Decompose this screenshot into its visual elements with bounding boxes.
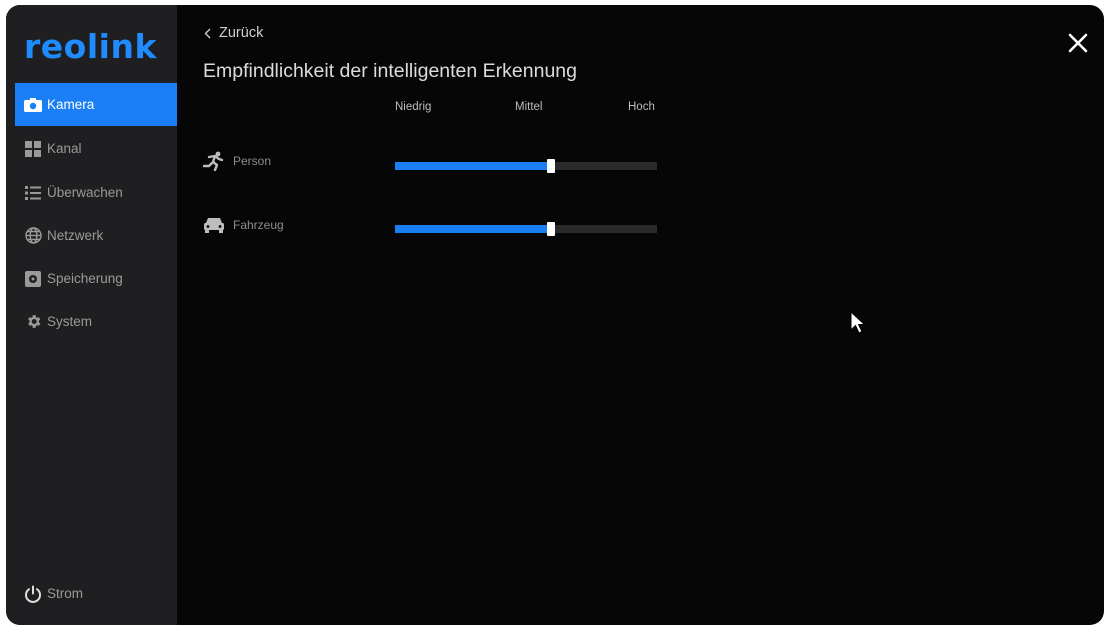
vehicle-label: Fahrzeug [233, 218, 284, 232]
chevron-left-icon [204, 28, 211, 38]
sidebar-item-kanal[interactable]: Kanal [15, 127, 177, 170]
slider-fill [395, 162, 551, 170]
sidebar-item-label: Netzwerk [47, 228, 104, 243]
person-label: Person [233, 154, 272, 168]
app-window: reolink Kamera Kanal Überwachen Netzwerk [6, 5, 1104, 625]
sidebar-item-label: Kanal [47, 141, 82, 156]
car-icon [203, 215, 227, 235]
sidebar-item-speicherung[interactable]: Speicherung [15, 257, 177, 300]
grid-icon [23, 139, 43, 159]
sidebar-item-label: Überwachen [47, 185, 123, 200]
back-button[interactable]: Zurück [204, 25, 263, 41]
sidebar: reolink Kamera Kanal Überwachen Netzwerk [6, 5, 177, 625]
list-icon [23, 183, 43, 203]
sidebar-item-label: System [47, 314, 93, 329]
sidebar-item-kamera[interactable]: Kamera [15, 83, 177, 126]
gear-icon [23, 312, 43, 332]
power-label: Strom [47, 586, 84, 601]
camera-icon [23, 95, 43, 115]
sidebar-item-label: Speicherung [47, 271, 123, 286]
main-panel: Zurück Empfindlichkeit der intelligenten… [177, 5, 1104, 625]
slider-thumb[interactable] [546, 222, 555, 236]
vehicle-sensitivity-slider[interactable] [395, 222, 657, 236]
reolink-logo: reolink [24, 27, 157, 66]
slider-fill [395, 225, 551, 233]
sidebar-item-label: Kamera [47, 97, 95, 112]
scale-label-mid: Mittel [515, 101, 543, 113]
page-title: Empfindlichkeit der intelligenten Erkenn… [203, 60, 577, 82]
storage-icon [23, 269, 43, 289]
power-icon [23, 584, 43, 604]
back-label: Zurück [219, 25, 264, 41]
vehicle-row-label: Fahrzeug [203, 215, 284, 235]
sidebar-item-ueberwachen[interactable]: Überwachen [15, 171, 177, 214]
sidebar-item-netzwerk[interactable]: Netzwerk [15, 214, 177, 257]
slider-thumb[interactable] [546, 159, 555, 173]
close-icon[interactable] [1066, 31, 1090, 55]
person-sensitivity-slider[interactable] [395, 159, 657, 173]
power-button[interactable]: Strom [15, 572, 177, 615]
scale-label-low: Niedrig [395, 101, 432, 113]
person-running-icon [203, 151, 227, 171]
sidebar-item-system[interactable]: System [15, 300, 177, 343]
mouse-pointer-icon [850, 311, 866, 334]
person-row-label: Person [203, 151, 271, 171]
globe-icon [23, 226, 43, 246]
scale-label-high: Hoch [628, 101, 655, 113]
